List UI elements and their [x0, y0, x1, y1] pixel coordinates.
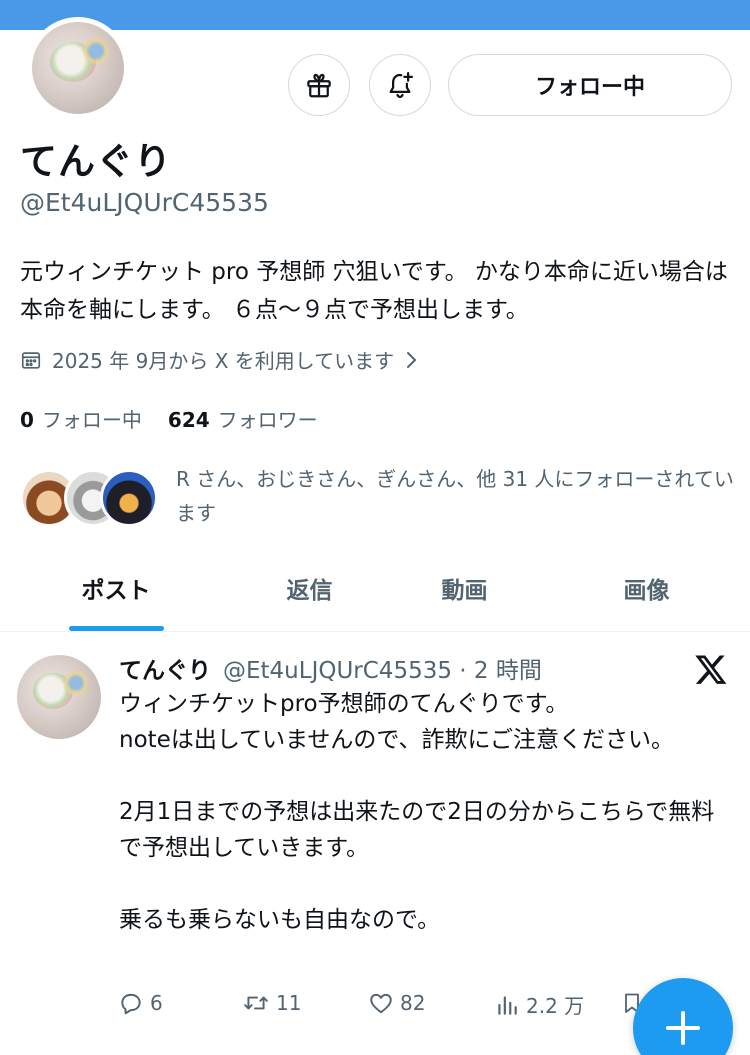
view-count: 2.2 万 — [526, 994, 585, 1018]
post-line: 2月1日までの予想は出来たので2日の分からこちらで無料で予想出していきます。 — [119, 799, 715, 861]
post-actions: 6 11 82 2.2 万 — [118, 990, 639, 1026]
heart-icon — [370, 993, 392, 1014]
post-line: noteは出していませんので、詐欺にご注意ください。 — [119, 727, 675, 753]
avatar-image — [32, 22, 124, 114]
gift-icon — [307, 73, 331, 98]
following-label[interactable]: フォロー中 — [42, 404, 142, 433]
post-header: てんぐり @Et4uLJQUrC45535 · 2 時間 — [119, 651, 542, 685]
tab-videos[interactable]: 動画 — [417, 571, 512, 605]
reply-count: 6 — [150, 991, 163, 1015]
followers-count[interactable]: 624 — [168, 408, 210, 432]
followed-by-text[interactable]: R さん、おじきさん、ぎんさん、他 31 人にフォローされています — [176, 462, 736, 530]
profile-handle: @Et4uLJQUrC45535 — [20, 188, 269, 217]
profile-avatar[interactable] — [27, 17, 129, 119]
post-meta[interactable]: @Et4uLJQUrC45535 · 2 時間 — [223, 651, 542, 685]
tab-replies[interactable]: 返信 — [262, 571, 357, 605]
notify-button[interactable] — [369, 54, 431, 116]
profile-banner[interactable] — [0, 0, 750, 30]
x-logo-icon — [695, 655, 727, 684]
post-avatar[interactable] — [17, 655, 101, 739]
profile-tabs: ポスト 返信 動画 画像 — [0, 555, 750, 632]
repost-count: 11 — [276, 991, 302, 1015]
follower-avatar[interactable] — [100, 469, 158, 527]
bell-plus-icon — [389, 72, 413, 98]
repost-button[interactable]: 11 — [242, 990, 301, 1016]
post-line: ウィンチケットpro予想師のてんぐりです。 — [119, 691, 569, 717]
follow-stats: 0 フォロー中 624 フォロワー — [20, 404, 318, 433]
joined-text: 2025 年 9月から X を利用しています — [52, 349, 395, 373]
profile-bio: 元ウィンチケット pro 予想師 穴狙いです。 かなり本命に近い場合は本命を軸に… — [20, 259, 728, 323]
tab-posts[interactable]: ポスト — [70, 571, 162, 605]
joined-date[interactable]: 2025 年 9月から X を利用しています — [20, 345, 430, 374]
active-tab-indicator — [69, 626, 164, 631]
reply-icon — [121, 993, 141, 1015]
following-count[interactable]: 0 — [20, 408, 34, 432]
post-line: 乗るも乗らないも自由なので。 — [119, 907, 441, 933]
like-count: 82 — [400, 991, 426, 1015]
profile-name: てんぐり — [20, 140, 172, 183]
post-author-name[interactable]: てんぐり — [119, 651, 211, 685]
followers-label[interactable]: フォロワー — [218, 404, 318, 433]
post-text: ウィンチケットpro予想師のてんぐりです。 noteは出していませんので、詐欺に… — [119, 686, 729, 938]
repost-icon — [244, 996, 268, 1010]
calendar-icon — [21, 351, 41, 369]
chevron-right-icon — [407, 351, 417, 368]
gift-button[interactable] — [288, 54, 350, 116]
reply-button[interactable]: 6 — [118, 990, 163, 1016]
views-button[interactable]: 2.2 万 — [494, 990, 584, 1019]
views-icon — [498, 995, 517, 1015]
following-button[interactable]: フォロー中 — [448, 54, 732, 116]
plus-icon — [666, 1011, 700, 1045]
like-button[interactable]: 82 — [368, 990, 425, 1016]
tab-images[interactable]: 画像 — [599, 571, 694, 605]
